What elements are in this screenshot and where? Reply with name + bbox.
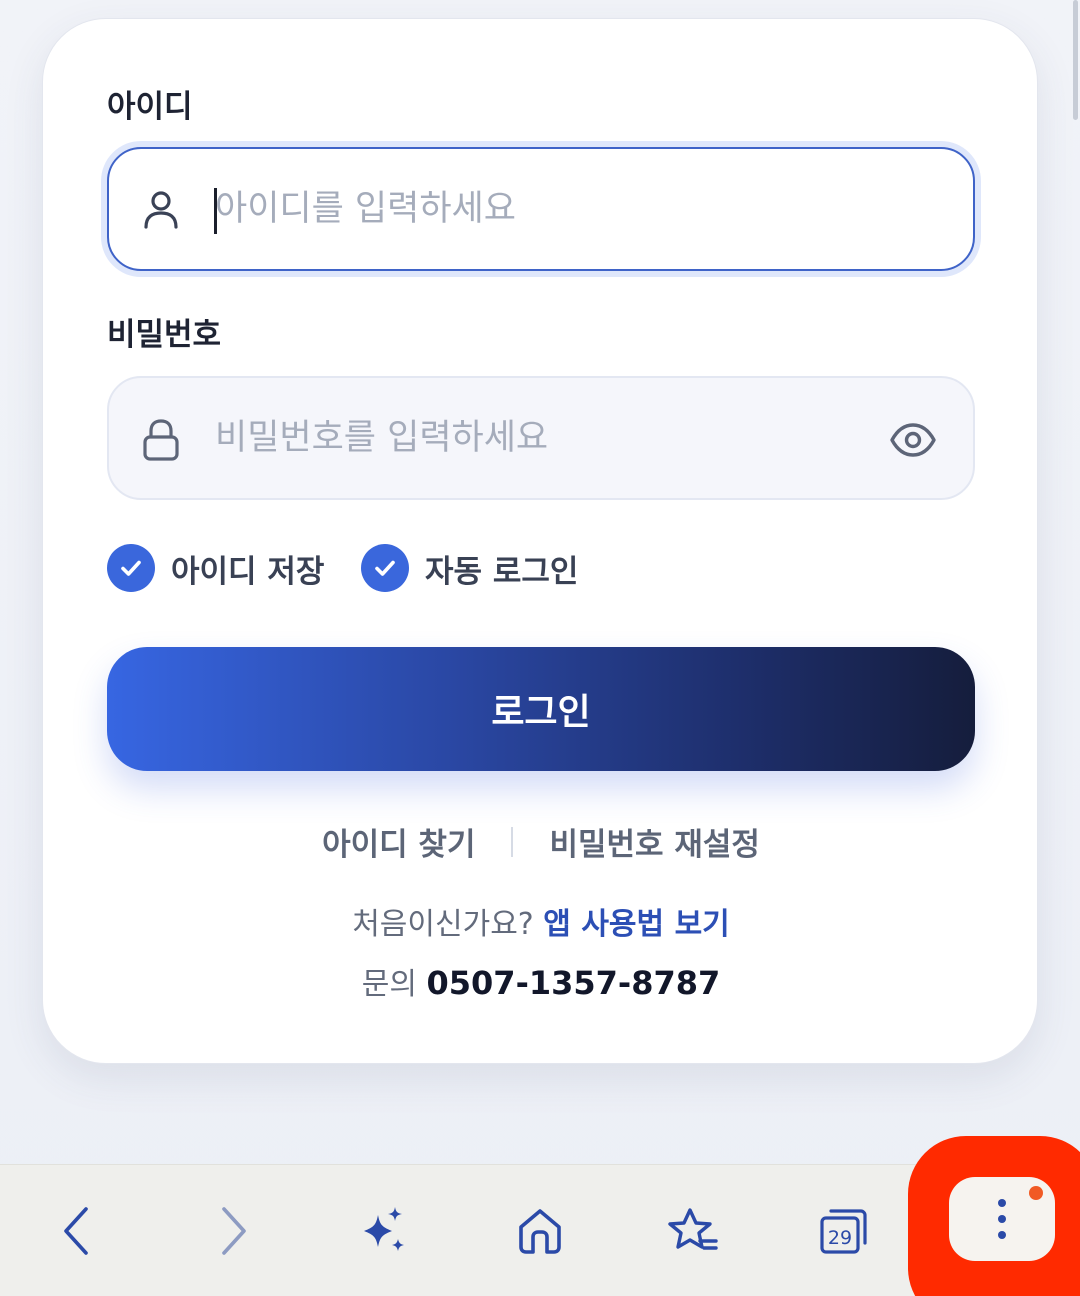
lock-icon: [143, 419, 179, 461]
star-list-icon: [668, 1208, 718, 1250]
page-scrollbar[interactable]: [1072, 0, 1080, 120]
home-icon: [519, 1209, 561, 1254]
login-button[interactable]: 로그인: [107, 647, 975, 771]
account-help-links: 아이디 찾기 비밀번호 재설정: [43, 819, 1039, 864]
tab-count: 29: [828, 1227, 852, 1249]
tabs-icon: 29: [820, 1209, 867, 1254]
save-id-check-circle[interactable]: [107, 544, 155, 592]
save-id-checkbox[interactable]: 아이디 저장: [107, 543, 324, 593]
login-button-label: 로그인: [491, 692, 591, 733]
password-label: 비밀번호: [107, 317, 222, 353]
chevron-left-icon: [64, 1207, 88, 1255]
auto-login-checkbox[interactable]: 자동 로그인: [361, 543, 578, 593]
find-id-link[interactable]: 아이디 찾기: [322, 819, 475, 864]
ai-assistant-button[interactable]: [346, 1193, 422, 1269]
home-button[interactable]: [502, 1193, 578, 1269]
first-time-text: 처음이신가요?: [352, 907, 534, 942]
more-vertical-icon: [998, 1199, 1006, 1239]
login-card: 아이디 비밀번호 아이디 저장: [42, 18, 1038, 1064]
more-menu-button[interactable]: [949, 1177, 1055, 1261]
app-guide-link[interactable]: 앱 사용법 보기: [543, 907, 730, 942]
sparkle-icon: [364, 1207, 404, 1251]
forward-button[interactable]: [196, 1193, 272, 1269]
show-password-eye-icon[interactable]: [889, 416, 937, 464]
auto-login-label: 자동 로그인: [425, 553, 579, 590]
checkmark-icon: [375, 560, 395, 576]
notification-dot: [1029, 1186, 1043, 1200]
id-label: 아이디: [107, 89, 193, 125]
contact-phone[interactable]: 0507-1357-8787: [427, 964, 721, 1002]
password-input-container[interactable]: [107, 376, 975, 500]
password-input[interactable]: [215, 406, 855, 470]
auto-login-check-circle[interactable]: [361, 544, 409, 592]
bookmarks-button[interactable]: [654, 1193, 730, 1269]
contact-row: 문의 0507-1357-8787: [43, 959, 1039, 1003]
tabs-button[interactable]: 29: [806, 1193, 882, 1269]
id-input[interactable]: [215, 177, 855, 241]
id-input-container[interactable]: [107, 147, 975, 271]
back-button[interactable]: [38, 1193, 114, 1269]
scrollbar-thumb[interactable]: [1073, 0, 1078, 120]
first-time-row: 처음이신가요? 앱 사용법 보기: [43, 899, 1039, 943]
save-id-label: 아이디 저장: [171, 553, 325, 590]
chevron-right-icon: [222, 1207, 246, 1255]
contact-label: 문의: [361, 967, 417, 1002]
link-divider: [511, 826, 514, 857]
checkmark-icon: [121, 560, 141, 576]
reset-password-link[interactable]: 비밀번호 재설정: [549, 819, 759, 864]
user-icon: [144, 191, 178, 229]
